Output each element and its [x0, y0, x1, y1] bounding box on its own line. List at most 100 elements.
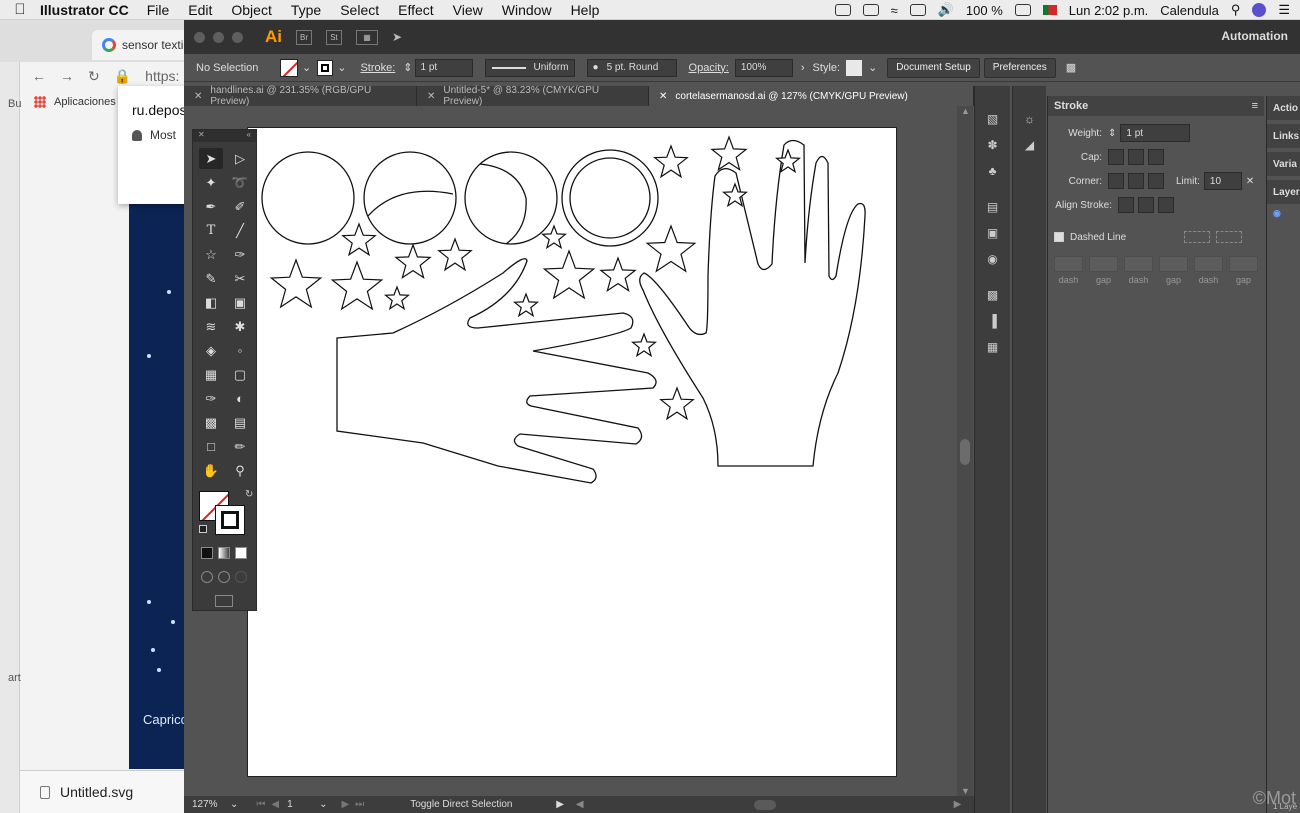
bookmark-apps[interactable]: Aplicaciones [54, 96, 116, 108]
apps-grid-icon[interactable] [34, 96, 46, 108]
scroll-right-icon[interactable]: ▶ [954, 799, 962, 810]
opacity-input[interactable]: 100% [734, 58, 793, 77]
default-fill-stroke-icon[interactable] [199, 525, 207, 533]
stepper-icon[interactable]: ⇕ [1108, 128, 1116, 139]
screen-mode-icon[interactable] [215, 595, 233, 607]
battery-icon[interactable] [1014, 4, 1031, 16]
chevron-down-icon[interactable]: ⌄ [337, 61, 346, 74]
dash-input[interactable] [1194, 256, 1223, 272]
bridge-icon[interactable]: Br [296, 29, 312, 45]
gap-input[interactable] [1159, 256, 1188, 272]
line-tool-icon[interactable]: ╱ [228, 220, 252, 241]
chevron-down-icon[interactable]: ⌄ [230, 799, 238, 810]
first-artboard-icon[interactable]: ⏮ [256, 799, 265, 810]
play-icon[interactable]: ▶ [556, 799, 564, 810]
menu-type[interactable]: Type [291, 2, 321, 18]
pathfinder-icon[interactable]: ▦ [984, 338, 1002, 356]
wifi-icon[interactable]: ≈ [891, 3, 898, 18]
rocket-icon[interactable]: ➤ [392, 30, 402, 44]
bevel-join-button[interactable] [1148, 173, 1164, 189]
download-item[interactable]: Untitled.svg [20, 770, 190, 813]
stroke-swatch[interactable] [317, 59, 334, 76]
tools-panel-header[interactable]: ✕ « [193, 130, 256, 142]
preserve-dash-icon[interactable] [1184, 231, 1211, 243]
menu-help[interactable]: Help [571, 2, 600, 18]
scroll-left-icon[interactable]: ◀ [576, 799, 584, 810]
zoom-window-button[interactable] [232, 31, 243, 43]
notification-center-icon[interactable]: ☰ [1278, 2, 1290, 18]
user-name[interactable]: Calendula [1160, 3, 1219, 18]
tab-actions[interactable]: Actio [1267, 96, 1300, 120]
stroke-label[interactable]: Stroke: [360, 62, 395, 74]
round-join-button[interactable] [1128, 173, 1144, 189]
gradient-panel-icon[interactable]: ▤ [984, 198, 1002, 216]
weight-input[interactable]: 1 pt [1120, 124, 1191, 142]
search-icon[interactable]: ⚲ [1231, 2, 1241, 18]
round-cap-button[interactable] [1128, 149, 1144, 165]
none-mode-icon[interactable] [235, 547, 247, 559]
airplay-icon[interactable] [909, 4, 926, 16]
close-tab-icon[interactable]: ✕ [659, 91, 667, 102]
draw-behind-icon[interactable] [218, 571, 230, 583]
align-icon[interactable]: ▐ [984, 312, 1002, 330]
eye-icon[interactable]: ◉ [1273, 208, 1300, 219]
zoom-tool-icon[interactable]: ⚲ [228, 460, 252, 481]
close-panel-icon[interactable]: ✕ [198, 130, 205, 142]
chrome-tab[interactable]: sensor texti [92, 30, 192, 60]
next-artboard-icon[interactable]: ▶ [341, 799, 349, 810]
scrollbar-thumb[interactable] [960, 439, 970, 465]
symbol-sprayer-tool-icon[interactable]: ▩ [199, 412, 223, 433]
shape-builder-tool-icon[interactable]: ◈ [199, 340, 223, 361]
draw-inside-icon[interactable] [235, 571, 247, 583]
clock[interactable]: Lun 2:02 p.m. [1069, 3, 1149, 18]
volume-icon[interactable]: 🔊 [938, 2, 954, 18]
menu-view[interactable]: View [453, 2, 483, 18]
stroke-black-swatch[interactable] [215, 505, 245, 535]
reflect-tool-icon[interactable]: ◧ [199, 292, 223, 313]
butt-cap-button[interactable] [1108, 149, 1124, 165]
gradient-mode-icon[interactable] [218, 547, 230, 559]
close-window-button[interactable] [194, 31, 205, 43]
slice-tool-icon[interactable]: ✏ [228, 436, 252, 457]
dashed-line-checkbox[interactable] [1054, 232, 1064, 242]
pencil-tool-icon[interactable]: ✎ [199, 268, 223, 289]
chevron-down-icon[interactable]: ⌄ [319, 799, 327, 810]
brushes-icon[interactable]: ✽ [984, 136, 1002, 154]
reload-icon[interactable]: ↻ [88, 68, 100, 85]
miter-join-button[interactable] [1108, 173, 1124, 189]
align-center-button[interactable] [1118, 197, 1134, 213]
scroll-up-icon[interactable]: ▲ [961, 106, 970, 116]
flag-icon[interactable] [1042, 5, 1057, 15]
artboard-tool-icon[interactable]: □ [199, 436, 223, 457]
scissors-tool-icon[interactable]: ✂ [228, 268, 252, 289]
selection-tool-icon[interactable]: ➤ [199, 148, 223, 169]
column-graph-tool-icon[interactable]: ▤ [228, 412, 252, 433]
gap-input[interactable] [1229, 256, 1258, 272]
paintbrush-tool-icon[interactable]: ✑ [228, 244, 252, 265]
tab-handlines[interactable]: ✕ handlines.ai @ 231.35% (RGB/GPU Previe… [184, 85, 417, 107]
chevron-down-icon[interactable]: ⌄ [302, 61, 311, 74]
prev-artboard-icon[interactable]: ◀ [271, 799, 279, 810]
swap-fill-stroke-icon[interactable]: ↻ [245, 489, 253, 500]
transparency-icon[interactable]: ▣ [984, 224, 1002, 242]
stock-icon[interactable]: St [326, 29, 342, 45]
arrange-documents-icon[interactable]: ▦ [356, 29, 378, 45]
magic-wand-tool-icon[interactable]: ✦ [199, 172, 223, 193]
url-bar[interactable]: https: [145, 68, 179, 84]
artboard-number[interactable]: 1 [287, 799, 315, 810]
type-tool-icon[interactable]: T [199, 220, 223, 241]
tab-cortelasermanosd[interactable]: ✕ cortelasermanosd.ai @ 127% (CMYK/GPU P… [649, 86, 974, 106]
battery-percent[interactable]: 100 % [966, 3, 1003, 18]
menu-file[interactable]: File [147, 2, 170, 18]
eyedropper-tool-icon[interactable]: ✑ [199, 388, 223, 409]
app-name-menu[interactable]: Illustrator CC [40, 2, 129, 18]
gradient-tool-icon[interactable]: ▢ [228, 364, 252, 385]
libraries-icon[interactable]: ▧ [984, 110, 1002, 128]
stroke-weight-input[interactable]: 1 pt [414, 58, 473, 77]
stepper-icon[interactable]: ⇕ [403, 61, 412, 74]
blend-tool-icon[interactable]: ◐ [228, 388, 252, 409]
chevron-down-icon[interactable]: ⌄ [868, 61, 877, 74]
bi-icon[interactable] [862, 4, 879, 16]
siri-icon[interactable] [1252, 3, 1267, 17]
pen-tool-icon[interactable]: ✒ [199, 196, 223, 217]
